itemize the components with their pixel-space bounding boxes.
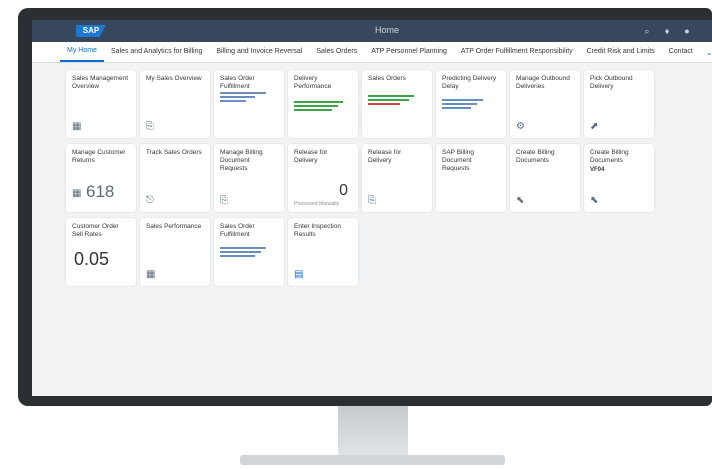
tab-my-home[interactable]: My Home bbox=[60, 42, 104, 62]
tile-title: SAP Billing Document Requests bbox=[442, 149, 475, 172]
tile-title: Manage Outbound Deliveries bbox=[516, 75, 570, 90]
tile-create-billing-documents-vf04[interactable]: Create Billing Documents VF04 ⬉ bbox=[584, 144, 654, 212]
tile-title: Track Sales Orders bbox=[146, 149, 202, 156]
gear-icon: ⚙ bbox=[516, 121, 525, 132]
tab-credit[interactable]: Credit Risk and Limits bbox=[580, 42, 662, 62]
mini-bar bbox=[368, 99, 409, 101]
grid-icon: ▦ bbox=[146, 269, 156, 280]
tile-title: My Sales Overview bbox=[146, 75, 202, 82]
grid-icon: ▦ bbox=[72, 188, 82, 199]
document-icon: ⎘ bbox=[146, 121, 154, 132]
tab-bar: My Home Sales and Analytics for Billing … bbox=[32, 42, 712, 63]
tile-pick-outbound-delivery[interactable]: Pick Outbound Delivery ⬈ bbox=[584, 70, 654, 138]
inspection-icon: ▤ bbox=[294, 269, 304, 280]
monitor-stand-base bbox=[240, 455, 505, 465]
monitor-stand-neck bbox=[338, 406, 408, 456]
mini-bar bbox=[442, 99, 483, 101]
mini-bar bbox=[368, 103, 400, 105]
tab-sales-orders[interactable]: Sales Orders bbox=[309, 42, 364, 62]
monitor-bezel: SAP Home ⌕ ♦ ● My Home Sales and Analyti… bbox=[18, 8, 712, 406]
tile-tag: VF04 bbox=[590, 167, 605, 173]
track-icon: ⎋ bbox=[146, 195, 154, 206]
tile-enter-inspection-results[interactable]: Enter Inspection Results ▤ bbox=[288, 218, 358, 286]
tile-title: Manage Billing Document Requests bbox=[220, 149, 263, 172]
tile-manage-billing-requests[interactable]: Manage Billing Document Requests ⎘ bbox=[214, 144, 284, 212]
tab-atp-order[interactable]: ATP Order Fulfillment Responsibility bbox=[454, 42, 580, 62]
tile-title: Sales Orders bbox=[368, 75, 406, 82]
mini-bar bbox=[442, 107, 471, 109]
grid-icon: ▦ bbox=[72, 121, 82, 132]
mini-bar bbox=[294, 101, 344, 103]
tile-title: Customer Order Sell Rates bbox=[72, 223, 119, 238]
mini-bar bbox=[442, 103, 477, 105]
mini-bar bbox=[220, 255, 255, 257]
sap-logo[interactable]: SAP bbox=[76, 25, 106, 37]
tile-create-billing-documents[interactable]: Create Billing Documents ⬉ bbox=[510, 144, 580, 212]
arrow-icon: ⬉ bbox=[590, 195, 599, 206]
tile-kpi-value: 0.05 bbox=[74, 249, 110, 269]
notification-icon[interactable]: ♦ bbox=[662, 26, 672, 36]
tile-predicting-delivery-delay[interactable]: Predicting Delivery Delay bbox=[436, 70, 506, 138]
tab-atp-planning[interactable]: ATP Personnel Planning bbox=[364, 42, 454, 62]
tab-contact[interactable]: Contact bbox=[662, 42, 700, 62]
arrow-icon: ⬈ bbox=[590, 121, 599, 132]
tile-my-sales-overview[interactable]: My Sales Overview ⎘ bbox=[140, 70, 210, 138]
mini-bar bbox=[220, 96, 255, 98]
document-icon: ⎘ bbox=[368, 195, 376, 206]
document-icon: ⎘ bbox=[220, 195, 228, 206]
user-avatar-icon[interactable]: ● bbox=[682, 26, 692, 36]
tile-track-sales-orders[interactable]: Track Sales Orders ⎋ bbox=[140, 144, 210, 212]
search-icon[interactable]: ⌕ bbox=[642, 26, 652, 36]
tile-title: Release for Delivery bbox=[368, 149, 402, 164]
tile-title: Sales Management Overview bbox=[72, 75, 129, 90]
tile-sales-order-fulfillment[interactable]: Sales Order Fulfillment bbox=[214, 70, 284, 138]
mini-bar bbox=[368, 95, 415, 97]
tile-sales-performance[interactable]: Sales Performance ▦ bbox=[140, 218, 210, 286]
tile-title: Sales Order Fulfillment bbox=[220, 223, 255, 238]
tile-sales-order-fulfillment-2[interactable]: Sales Order Fulfillment bbox=[214, 218, 284, 286]
tile-title: Create Billing Documents bbox=[590, 149, 629, 164]
tile-title: Delivery Performance bbox=[294, 75, 332, 90]
tile-manage-customer-returns[interactable]: Manage Customer Returns ▦ 618 bbox=[66, 144, 136, 212]
tile-title: Create Billing Documents bbox=[516, 149, 555, 164]
tile-title: Sales Performance bbox=[146, 223, 202, 230]
mini-bar bbox=[220, 251, 261, 253]
mini-bar bbox=[220, 92, 267, 94]
tile-kpi-value: 618 bbox=[86, 182, 115, 201]
arrow-icon: ⬉ bbox=[516, 195, 525, 206]
tile-title: Manage Customer Returns bbox=[72, 149, 126, 164]
tile-release-for-delivery[interactable]: Release for Delivery ⎘ bbox=[362, 144, 432, 212]
tab-billing[interactable]: Billing and Invoice Reversal bbox=[209, 42, 309, 62]
tile-delivery-performance[interactable]: Delivery Performance bbox=[288, 70, 358, 138]
mini-bar bbox=[294, 109, 332, 111]
chevron-down-icon[interactable]: ⌄ bbox=[700, 48, 712, 57]
mini-bar bbox=[220, 247, 267, 249]
mini-bar bbox=[294, 105, 338, 107]
tile-title: Enter Inspection Results bbox=[294, 223, 341, 238]
tile-title: Predicting Delivery Delay bbox=[442, 75, 497, 90]
mini-bar bbox=[220, 100, 247, 102]
tile-release-for-delivery-kpi[interactable]: Release for Delivery 0 Processed Manuall… bbox=[288, 144, 358, 212]
shell-bar: SAP Home ⌕ ♦ ● bbox=[32, 20, 712, 42]
home-title[interactable]: Home bbox=[342, 25, 432, 35]
tile-customer-order-rates[interactable]: Customer Order Sell Rates 0.05 bbox=[66, 218, 136, 286]
tile-title: Release for Delivery bbox=[294, 149, 328, 164]
tile-manage-outbound-deliveries[interactable]: Manage Outbound Deliveries ⚙ bbox=[510, 70, 580, 138]
tab-sales-analytics[interactable]: Sales and Analytics for Billing bbox=[104, 42, 209, 62]
tile-footer: Processed Manually bbox=[294, 201, 340, 207]
tile-billing-document-requests[interactable]: SAP Billing Document Requests bbox=[436, 144, 506, 212]
tile-kpi-value: 0 bbox=[339, 182, 348, 199]
tile-title: Pick Outbound Delivery bbox=[590, 75, 633, 90]
screen: SAP Home ⌕ ♦ ● My Home Sales and Analyti… bbox=[32, 20, 712, 396]
tile-sales-management[interactable]: Sales Management Overview ▦ bbox=[66, 70, 136, 138]
tile-sales-orders[interactable]: Sales Orders bbox=[362, 70, 432, 138]
tile-title: Sales Order Fulfillment bbox=[220, 75, 255, 90]
